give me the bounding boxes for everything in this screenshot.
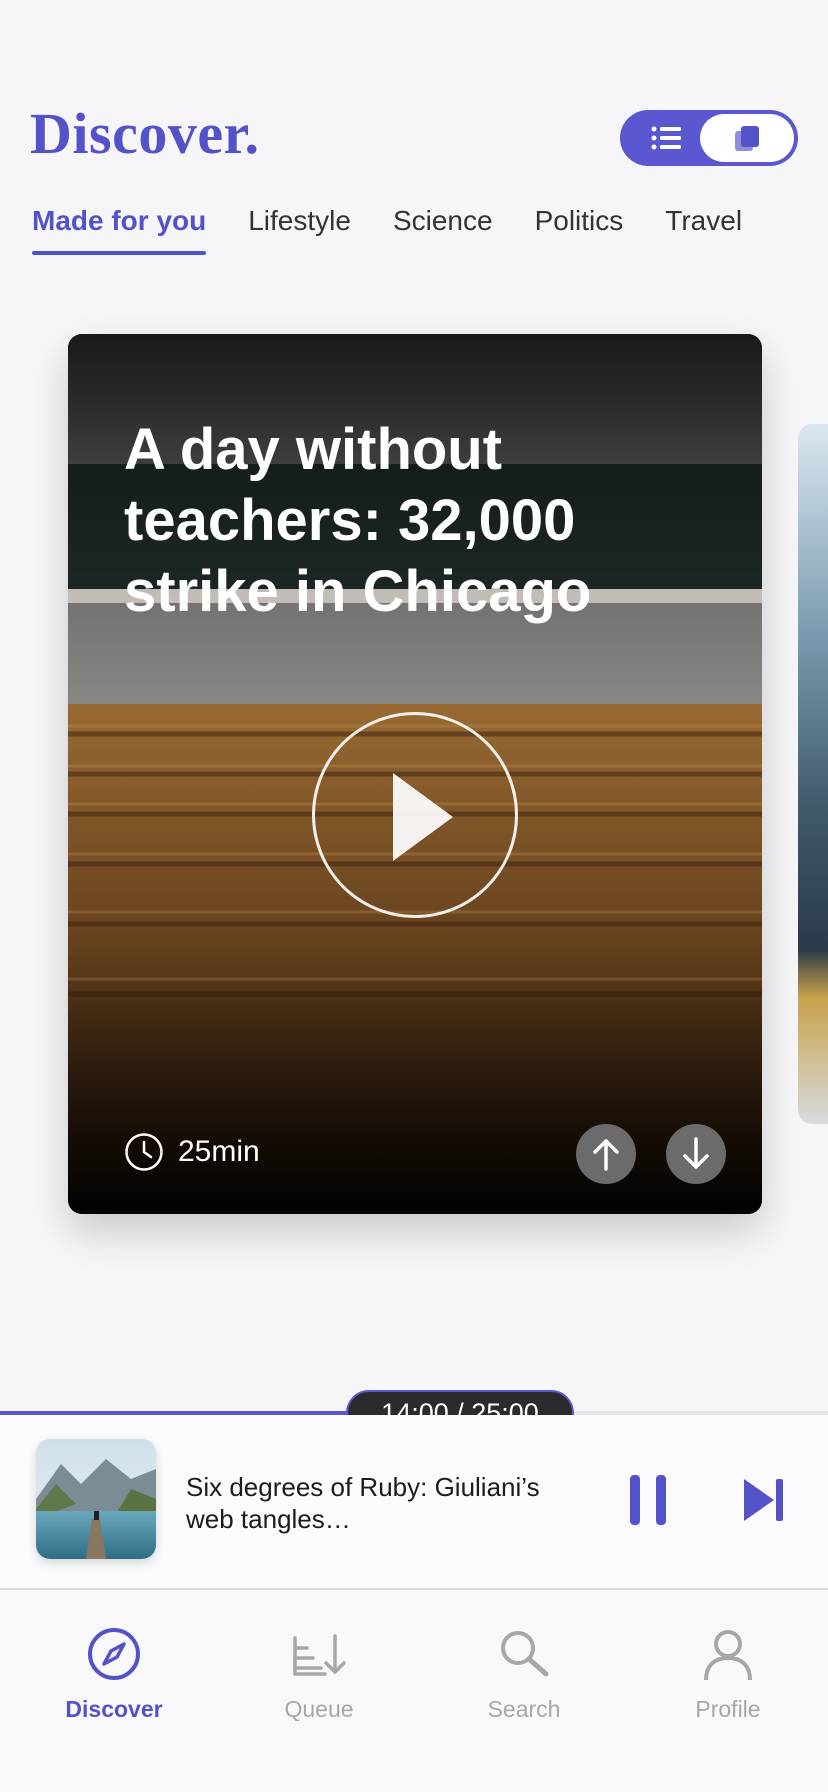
tabbar-label-search: Search <box>487 1696 561 1722</box>
downvote-button[interactable] <box>666 1124 726 1184</box>
queue-icon <box>293 1634 346 1676</box>
tab-bar: Discover Queue Search Profile <box>0 1590 828 1792</box>
tabbar-item-profile[interactable]: Profile <box>658 1626 798 1723</box>
tabbar-item-search[interactable]: Search <box>454 1626 594 1723</box>
compass-icon <box>88 1628 140 1680</box>
arrow-down-icon <box>683 1137 709 1169</box>
tabbar-label-discover: Discover <box>65 1696 163 1722</box>
arrow-up-icon <box>593 1139 619 1171</box>
tabbar-label-queue: Queue <box>284 1696 354 1722</box>
episode-thumbnail <box>36 1439 156 1559</box>
featured-card[interactable]: A day without teachers: 32,000 strike in… <box>68 334 762 1214</box>
upvote-button[interactable] <box>576 1124 636 1184</box>
profile-icon <box>704 1630 752 1681</box>
tab-science[interactable]: Science <box>393 205 493 255</box>
tab-politics[interactable]: Politics <box>535 205 624 255</box>
tabbar-item-queue[interactable]: Queue <box>249 1626 389 1723</box>
next-card-peek[interactable] <box>798 424 828 1124</box>
category-tabs: Made for you Lifestyle Science Politics … <box>32 205 784 255</box>
player-episode-title: Six degrees of Ruby: Giuliani’s web tang… <box>186 1472 540 1534</box>
skip-next-icon[interactable] <box>742 1475 786 1525</box>
view-toggle[interactable] <box>620 110 798 166</box>
toggle-knob[interactable] <box>700 114 794 162</box>
tab-lifestyle[interactable]: Lifestyle <box>248 205 351 255</box>
cards-icon <box>735 126 759 151</box>
list-icon[interactable] <box>650 123 682 153</box>
tabbar-label-profile: Profile <box>695 1696 761 1722</box>
tab-made-for-you[interactable]: Made for you <box>32 205 207 255</box>
play-icon <box>393 773 453 861</box>
pause-icon[interactable] <box>626 1473 670 1527</box>
search-icon <box>501 1631 549 1677</box>
mini-player[interactable]: Six degrees of Ruby: Giuliani’s web tang… <box>0 1415 828 1589</box>
header: Discover. Made for you Lifestyle Science… <box>0 0 828 270</box>
page-title: Discover. <box>30 101 260 166</box>
tab-travel[interactable]: Travel <box>665 205 742 255</box>
duration: 25min <box>124 1132 260 1172</box>
card-title: A day without teachers: 32,000 strike in… <box>124 417 592 624</box>
play-button[interactable] <box>312 712 518 918</box>
tabbar-item-discover[interactable]: Discover <box>44 1626 184 1723</box>
clock-icon <box>125 1133 163 1171</box>
duration-label: 25min <box>178 1135 260 1168</box>
